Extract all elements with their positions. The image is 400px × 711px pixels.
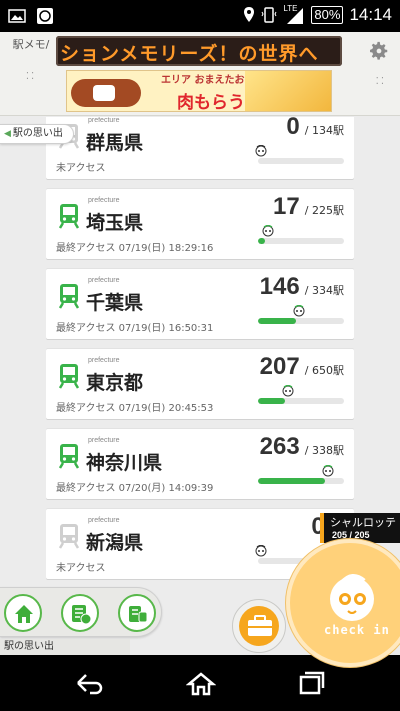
ad-banner[interactable]: エリア おまえたおして 肉もらう…!!: [66, 70, 332, 112]
status-bar: LTE 80% 14:14: [0, 0, 400, 32]
character-marker-icon: [322, 465, 334, 477]
gallery-icon: [8, 9, 26, 23]
chevron-left-icon: ◀: [4, 129, 11, 139]
briefcase-icon: [248, 615, 272, 636]
progress-fill: [258, 238, 265, 244]
app-header: 駅メモ/ ⁚⁚ ションメモリーズ！の世界へ ⁚⁚ エリア おまえたおして 肉もら…: [0, 32, 400, 116]
vibrate-icon: [261, 7, 277, 23]
home-button[interactable]: [4, 594, 42, 632]
home-nav-icon[interactable]: [186, 671, 216, 697]
visited-count: 207: [259, 353, 300, 380]
visited-count: 17: [273, 193, 300, 220]
total-count: / 650駅: [304, 364, 344, 377]
train-icon: [58, 524, 80, 549]
prefecture-label: prefecture: [88, 437, 120, 444]
news-marquee[interactable]: ションメモリーズ！の世界へ: [56, 36, 342, 66]
prefecture-label: prefecture: [88, 117, 120, 124]
checkin-label: check in: [324, 623, 390, 637]
prefecture-name: 神奈川県: [86, 452, 163, 474]
station-count: 0 / 134駅: [286, 117, 344, 141]
right-dots-decoration: ⁚⁚: [375, 76, 386, 87]
last-access: 最終アクセス 07/19(日) 16:50:31: [56, 323, 214, 334]
visited-count: 263: [259, 433, 300, 460]
total-count: / 338駅: [304, 444, 344, 457]
back-tab-label: 駅の思い出: [12, 128, 63, 139]
prefecture-label: prefecture: [88, 517, 120, 524]
checkin-mascot-icon: [330, 574, 374, 621]
train-icon: [58, 364, 80, 389]
prefecture-label: prefecture: [88, 197, 120, 204]
progress-fill: [258, 478, 325, 484]
item-bag-button[interactable]: [232, 599, 286, 653]
location-icon: [244, 7, 255, 22]
character-marker-icon: [255, 545, 267, 557]
total-count: / 134駅: [304, 124, 344, 137]
character-badge[interactable]: シャルロッテ 205 / 205: [320, 513, 400, 543]
prefecture-name: 東京都: [86, 372, 144, 394]
train-icon: [58, 444, 80, 469]
character-name: シャルロッテ: [330, 516, 396, 529]
clock: 14:14: [349, 5, 392, 24]
station-list-icon: [72, 605, 92, 625]
marquee-text: ションメモリーズ！の世界へ: [60, 43, 319, 65]
signal-icon: LTE: [283, 5, 305, 25]
character-marker-icon: [262, 225, 273, 237]
progress-bar: [258, 398, 344, 404]
character-marker-icon: [293, 305, 305, 317]
character-marker-icon: [282, 385, 294, 397]
last-access: 未アクセス: [56, 563, 106, 574]
progress-fill: [258, 398, 286, 404]
visited-count: 0: [286, 117, 300, 140]
train-memory-icon: [129, 606, 148, 623]
last-access: 最終アクセス 07/19(日) 20:45:53: [56, 403, 214, 414]
progress-bar: [258, 238, 344, 244]
station-count: 17 / 225駅: [273, 193, 344, 221]
prefecture-name: 千葉県: [86, 292, 144, 314]
prefecture-card[interactable]: prefecture 埼玉県最終アクセス 07/19(日) 18:29:16 17 …: [46, 189, 354, 259]
total-count: / 225駅: [304, 204, 344, 217]
prefecture-label: prefecture: [88, 277, 120, 284]
prefecture-card[interactable]: prefecture 神奈川県最終アクセス 07/20(月) 14:09:39 26…: [46, 429, 354, 499]
station-list-button[interactable]: [61, 594, 99, 632]
last-access: 未アクセス: [56, 163, 106, 174]
gear-icon[interactable]: [368, 40, 390, 62]
total-count: / 334駅: [304, 284, 344, 297]
app-notification-icon: [37, 8, 53, 24]
progress-bar: [258, 318, 344, 324]
progress-bar: [258, 478, 344, 484]
train-icon: [58, 204, 80, 229]
app-logo[interactable]: 駅メモ/ ⁚⁚: [6, 38, 56, 84]
train-icon: [58, 284, 80, 309]
prefecture-card[interactable]: prefecture 千葉県最終アクセス 07/19(日) 16:50:31 146…: [46, 269, 354, 339]
nav-caption: 駅の思い出: [0, 639, 130, 655]
prefecture-label: prefecture: [88, 357, 120, 364]
progress-bar: [258, 158, 344, 164]
left-dots-decoration: ⁚⁚: [25, 71, 37, 82]
train-memory-button[interactable]: [118, 594, 156, 632]
station-count: 263 / 338駅: [260, 433, 344, 461]
battery-indicator: 80%: [311, 6, 344, 24]
nav-button-group: [0, 587, 162, 637]
character-marker-icon: [255, 145, 267, 157]
last-access: 最終アクセス 07/20(月) 14:09:39: [56, 483, 214, 494]
home-icon: [15, 605, 33, 623]
prefecture-card[interactable]: prefecture 群馬県未アクセス 0 / 134駅: [46, 117, 354, 179]
prefecture-name: 新潟県: [86, 532, 144, 554]
ad-character-image: [245, 71, 331, 111]
visited-count: 146: [259, 273, 300, 300]
meat-icon: [71, 79, 141, 107]
station-count: 207 / 650駅: [260, 353, 344, 381]
progress-fill: [258, 318, 296, 324]
back-icon[interactable]: [74, 671, 104, 697]
back-to-memories-button[interactable]: ◀ 駅の思い出: [0, 124, 74, 144]
prefecture-name: 群馬県: [86, 132, 144, 154]
prefecture-card[interactable]: prefecture 東京都最終アクセス 07/19(日) 20:45:53 207…: [46, 349, 354, 419]
app-logo-text: 駅メモ/: [12, 38, 50, 51]
recents-icon[interactable]: [296, 671, 326, 697]
station-count: 146 / 334駅: [260, 273, 344, 301]
prefecture-name: 埼玉県: [86, 212, 144, 234]
last-access: 最終アクセス 07/19(日) 18:29:16: [56, 243, 214, 254]
